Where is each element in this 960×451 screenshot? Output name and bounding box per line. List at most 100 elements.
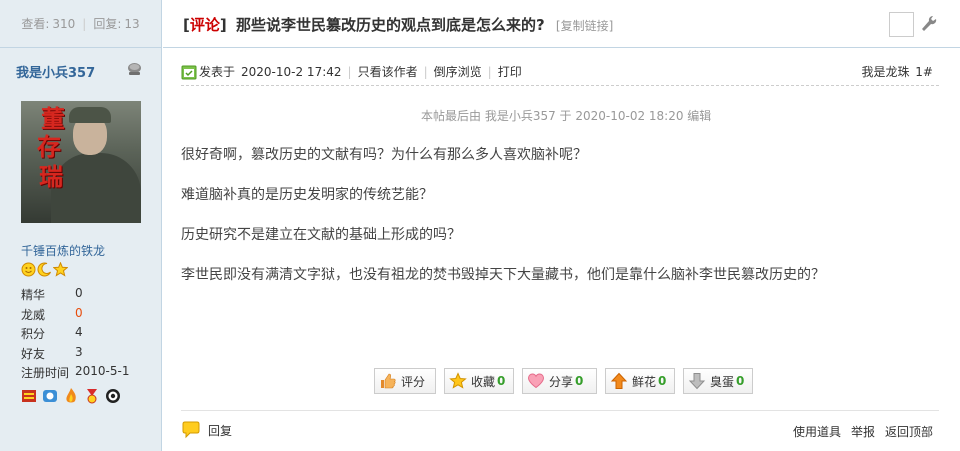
field-value: 2010-5-1 xyxy=(75,364,130,378)
star-icon xyxy=(53,262,68,277)
copy-link-button[interactable]: [复制链接] xyxy=(556,19,613,33)
share-label: 分享 xyxy=(549,374,574,389)
arrow-up-icon xyxy=(610,372,628,389)
red-ribbon-medal-icon[interactable] xyxy=(84,387,100,405)
thread-stats: 查看: 310 | 回复: 13 xyxy=(0,0,161,48)
replies-label: 回复: xyxy=(93,17,122,31)
sun-icon xyxy=(21,262,36,277)
posted-time: 2020-10-2 17:42 xyxy=(241,64,342,79)
field-value[interactable]: 4 xyxy=(75,325,83,345)
post-content: 很好奇啊，篡改历史的文献有吗？为什么有那么多人喜欢脑补呢？ 难道脑补真的是历史发… xyxy=(181,144,931,304)
thread-category-tag[interactable]: 评论 xyxy=(190,16,220,34)
rate-label: 评分 xyxy=(401,374,426,389)
field-value[interactable]: 3 xyxy=(75,345,83,365)
thread-title: [评论] 那些说李世民篡改历史的观点到底是怎么来的? [复制链接] xyxy=(183,14,613,35)
flower-label: 鲜花 xyxy=(632,374,657,389)
red-banner-medal-icon[interactable] xyxy=(21,387,37,405)
moon-icon xyxy=(37,262,51,277)
target-medal-icon[interactable] xyxy=(105,387,121,405)
meta-divider: | xyxy=(487,64,492,79)
print-link[interactable]: 打印 xyxy=(498,63,522,80)
report-link[interactable]: 举报 xyxy=(851,423,875,440)
post-paragraph: 李世民即没有满清文字狱，也没有祖龙的焚书毁掉天下大量藏书，他们是靠什么脑补李世民… xyxy=(181,267,825,283)
field-key: 好友 xyxy=(21,346,46,361)
back-to-top-link[interactable]: 返回顶部 xyxy=(885,423,933,440)
author-rank[interactable]: 千锤百炼的铁龙 xyxy=(21,242,105,259)
arrow-down-icon xyxy=(688,373,706,390)
favorite-count: 0 xyxy=(497,374,506,388)
field-value[interactable]: 0 xyxy=(75,286,83,306)
post-footer: 回复 使用道具 举报 返回顶部 xyxy=(181,410,939,451)
views-count: 310 xyxy=(52,16,76,31)
field-key: 注册时间 xyxy=(21,366,70,380)
favorite-label: 收藏 xyxy=(471,374,496,389)
only-author-link[interactable]: 只看该作者 xyxy=(358,63,418,80)
post-paragraph: 难道脑补真的是历史发明家的传统艺能？ xyxy=(181,187,433,203)
thread-title-text: 那些说李世民篡改历史的观点到底是怎么来的? xyxy=(235,16,545,34)
avatar-char-1: 董 xyxy=(41,104,65,133)
share-button[interactable]: 分享 0 xyxy=(522,368,597,394)
share-heart-icon xyxy=(527,373,545,389)
meta-divider: | xyxy=(347,64,352,79)
author-name[interactable]: 我是小兵357 xyxy=(16,66,95,81)
share-count: 0 xyxy=(575,374,584,388)
rank-stars xyxy=(21,262,68,278)
floor-number[interactable]: 1# xyxy=(915,65,933,79)
favorite-star-icon xyxy=(449,372,467,389)
post-date-icon xyxy=(181,65,197,79)
post-meta-bar: 发表于 2020-10-2 17:42 | 只看该作者 | 倒序浏览 | 打印 … xyxy=(181,61,939,86)
post-floor: 我是龙珠 1# xyxy=(861,63,933,80)
field-row: 好友 3 xyxy=(21,345,129,365)
field-row: 龙威 0 xyxy=(21,306,129,326)
wrench-icon[interactable] xyxy=(920,14,938,34)
reply-bubble-icon xyxy=(182,421,200,439)
post-meta-left: 发表于 2020-10-2 17:42 | 只看该作者 | 倒序浏览 | 打印 xyxy=(181,63,522,80)
field-row: 积分 4 xyxy=(21,325,129,345)
rate-button[interactable]: 评分 xyxy=(374,368,436,394)
thumbs-up-icon xyxy=(381,373,396,389)
meta-divider: | xyxy=(423,64,428,79)
user-status-icon[interactable] xyxy=(127,62,142,76)
footer-links: 使用道具 举报 返回顶部 xyxy=(793,423,933,440)
views-label: 查看: xyxy=(21,17,50,31)
flower-count: 0 xyxy=(658,374,667,388)
field-key: 龙威 xyxy=(21,307,46,322)
field-row: 注册时间 2010-5-1 xyxy=(21,364,129,384)
reply-button[interactable]: 回复 xyxy=(181,421,232,439)
author-sidebar: 查看: 310 | 回复: 13 我是小兵357 董 存 瑞 千锤百炼的铁龙 精… xyxy=(0,0,162,451)
field-key: 积分 xyxy=(21,327,46,341)
field-value[interactable]: 0 xyxy=(75,306,83,326)
egg-button[interactable]: 臭蛋 0 xyxy=(683,368,753,394)
edit-note: 本帖最后由 我是小兵357 于 2020-10-02 18:20 编辑 xyxy=(421,109,712,123)
blue-badge-medal-icon[interactable] xyxy=(42,387,58,405)
reverse-view-link[interactable]: 倒序浏览 xyxy=(434,63,482,80)
avatar-char-3: 瑞 xyxy=(39,162,63,191)
field-key: 精华 xyxy=(21,288,46,302)
author-profile-fields: 精华 0 龙威 0 积分 4 好友 3 注册时间 2010-5-1 xyxy=(21,286,129,384)
field-row: 精华 0 xyxy=(21,286,129,306)
post-paragraph: 很好奇啊，篡改历史的文献有吗？为什么有那么多人喜欢脑补呢？ xyxy=(181,147,587,163)
posted-label: 发表于 xyxy=(199,65,236,79)
author-name-row: 我是小兵357 xyxy=(16,62,144,81)
title-checkbox[interactable] xyxy=(889,12,914,37)
stats-divider: | xyxy=(82,16,87,31)
avatar-char-2: 存 xyxy=(37,132,61,161)
use-tool-link[interactable]: 使用道具 xyxy=(793,423,841,440)
flower-button[interactable]: 鲜花 0 xyxy=(605,368,675,394)
avatar-figure-body xyxy=(51,153,141,223)
egg-count: 0 xyxy=(736,374,745,388)
thread-title-bar: [评论] 那些说李世民篡改历史的观点到底是怎么来的? [复制链接] xyxy=(163,0,960,48)
tag-bracket-open: [ xyxy=(183,16,190,34)
egg-label: 臭蛋 xyxy=(710,374,735,389)
replies-count: 13 xyxy=(124,16,140,31)
flame-medal-icon[interactable] xyxy=(63,387,79,405)
favorite-button[interactable]: 收藏 0 xyxy=(444,368,514,394)
floor-name[interactable]: 我是龙珠 xyxy=(861,65,909,79)
tag-bracket-close: ] xyxy=(219,16,227,34)
avatar-figure-cap xyxy=(69,107,111,123)
reply-label: 回复 xyxy=(208,423,233,438)
post-actions: 评分 收藏 0 分享 0 鲜花 0 臭蛋 0 xyxy=(374,368,753,394)
post-paragraph: 历史研究不是建立在文献的基础上形成的吗？ xyxy=(181,227,461,243)
author-avatar[interactable]: 董 存 瑞 xyxy=(21,101,141,223)
medal-row xyxy=(21,387,121,405)
